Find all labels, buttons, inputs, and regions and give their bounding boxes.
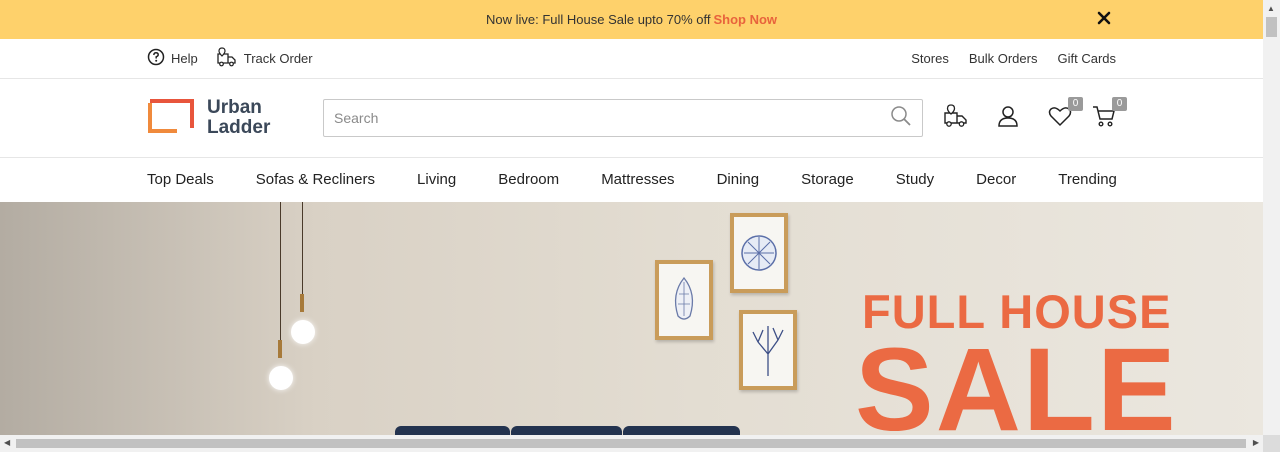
profile-button[interactable] bbox=[995, 105, 1021, 131]
help-icon bbox=[147, 48, 165, 69]
category-nav: Top Deals Sofas & Recliners Living Bedro… bbox=[0, 158, 1263, 201]
wall-art-frame bbox=[739, 310, 797, 390]
hero-headline-line2: SALE bbox=[855, 324, 1178, 435]
logo-text-urban: Urban bbox=[207, 97, 262, 118]
nav-top-deals[interactable]: Top Deals bbox=[147, 171, 214, 188]
utility-bar: Help Track Order Stores Bulk Orders Gift… bbox=[0, 39, 1263, 79]
user-icon bbox=[996, 104, 1020, 133]
track-order-button[interactable] bbox=[943, 103, 969, 133]
pendant-socket bbox=[300, 294, 304, 312]
vertical-scroll-thumb[interactable] bbox=[1266, 17, 1277, 37]
vertical-scrollbar[interactable]: ▲ bbox=[1263, 0, 1280, 435]
scroll-left-icon[interactable]: ◀ bbox=[4, 438, 10, 447]
track-order-label: Track Order bbox=[243, 51, 313, 66]
help-label: Help bbox=[171, 51, 198, 66]
nav-dining[interactable]: Dining bbox=[717, 171, 760, 188]
wishlist-button[interactable]: 0 bbox=[1047, 97, 1083, 131]
horizontal-scrollbar[interactable]: ◀ ▶ bbox=[0, 435, 1263, 452]
nav-sofas-recliners[interactable]: Sofas & Recliners bbox=[256, 171, 375, 188]
nav-bedroom[interactable]: Bedroom bbox=[498, 171, 559, 188]
help-link[interactable]: Help bbox=[147, 48, 198, 69]
scrollbar-corner bbox=[1263, 435, 1280, 452]
nav-storage[interactable]: Storage bbox=[801, 171, 854, 188]
cart-count-badge: 0 bbox=[1112, 97, 1127, 111]
announcement-bar: Now live: Full House Sale upto 70% off S… bbox=[0, 0, 1263, 39]
pendant-socket bbox=[278, 340, 282, 358]
gift-cards-link[interactable]: Gift Cards bbox=[1057, 51, 1116, 66]
page: Now live: Full House Sale upto 70% off S… bbox=[0, 0, 1263, 435]
announcement-text: Now live: Full House Sale upto 70% off bbox=[485, 12, 711, 27]
truck-location-icon bbox=[216, 47, 238, 70]
scroll-up-icon[interactable]: ▲ bbox=[1267, 4, 1275, 13]
search-input[interactable] bbox=[334, 110, 890, 126]
nav-trending[interactable]: Trending bbox=[1058, 171, 1117, 188]
pendant-cord bbox=[302, 202, 303, 294]
wall-art-frame bbox=[655, 260, 713, 340]
urban-ladder-logo[interactable]: Urban Ladder bbox=[147, 98, 323, 139]
main-header: Urban Ladder Search 0 0 bbox=[0, 79, 1263, 158]
shop-now-link[interactable]: Shop Now bbox=[713, 12, 777, 27]
hero-banner[interactable]: FULL HOUSE SALE bbox=[0, 202, 1263, 435]
nav-mattresses[interactable]: Mattresses bbox=[601, 171, 674, 188]
cart-button[interactable]: 0 bbox=[1091, 97, 1127, 131]
close-icon[interactable] bbox=[1095, 9, 1113, 27]
track-order-link[interactable]: Track Order bbox=[216, 47, 313, 70]
nav-living[interactable]: Living bbox=[417, 171, 456, 188]
wishlist-count-badge: 0 bbox=[1068, 97, 1083, 111]
truck-icon bbox=[943, 103, 969, 133]
wall-art-frame bbox=[730, 213, 788, 293]
logo-mark-icon bbox=[147, 98, 195, 139]
logo-text-ladder: Ladder bbox=[207, 117, 271, 138]
sofa-cushion bbox=[623, 426, 740, 435]
sofa-cushion bbox=[511, 426, 622, 435]
pendant-bulb bbox=[269, 366, 293, 390]
stores-link[interactable]: Stores bbox=[911, 51, 949, 66]
search-box bbox=[323, 99, 923, 137]
nav-study[interactable]: Study bbox=[896, 171, 934, 188]
pendant-bulb bbox=[291, 320, 315, 344]
bulk-orders-link[interactable]: Bulk Orders bbox=[969, 51, 1038, 66]
sofa-cushion bbox=[395, 426, 510, 435]
pendant-cord bbox=[280, 202, 281, 340]
nav-decor[interactable]: Decor bbox=[976, 171, 1016, 188]
scroll-right-icon[interactable]: ▶ bbox=[1253, 438, 1259, 447]
horizontal-scroll-thumb[interactable] bbox=[16, 439, 1246, 448]
search-icon[interactable] bbox=[890, 105, 912, 132]
